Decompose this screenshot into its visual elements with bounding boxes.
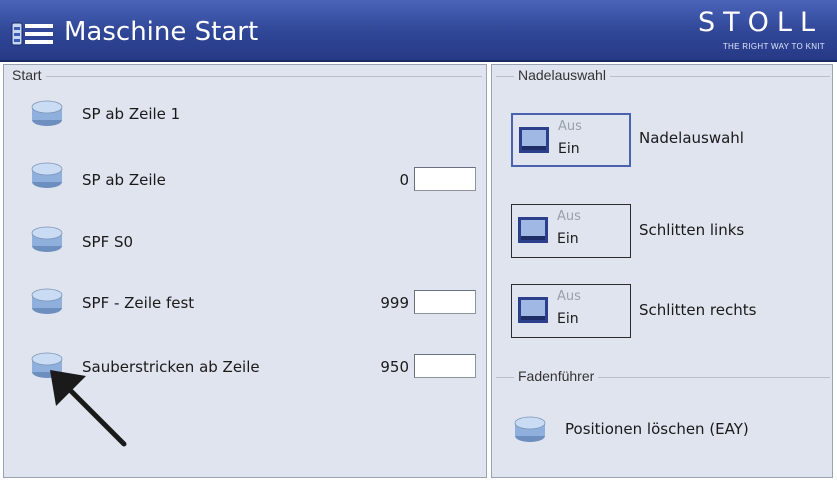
- row-value-spf-zeile-fest: 999: [380, 294, 409, 312]
- cylinder-button-sp-ab-zeile[interactable]: [30, 160, 64, 190]
- toggle-off-label: Aus: [557, 289, 581, 304]
- row-value-sauberstricken: 950: [380, 358, 409, 376]
- brand-tagline: THE RIGHT WAY TO KNIT: [722, 42, 825, 51]
- toggle-label-schlitten-links: Schlitten links: [639, 221, 745, 239]
- toggle-label-nadelauswahl: Nadelauswahl: [639, 129, 744, 147]
- toggle-off-label: Aus: [558, 119, 582, 134]
- clean-knit-line-input[interactable]: [414, 354, 476, 378]
- monitor-icon: [518, 297, 548, 323]
- monitor-icon: [519, 127, 549, 153]
- start-group-divider: [8, 76, 482, 77]
- toggle-off-label: Aus: [557, 209, 581, 224]
- positionen-loeschen-label: Positionen löschen (EAY): [565, 420, 749, 438]
- machine-list-icon: [11, 22, 53, 46]
- toggle-on-label: Ein: [557, 311, 579, 327]
- title-bar: Maschine Start STOLL THE RIGHT WAY TO KN…: [0, 0, 837, 62]
- toggle-on-label: Ein: [558, 141, 580, 157]
- yarn-group-label: Fadenführer: [514, 368, 599, 384]
- cylinder-button-spf-zeile-fest[interactable]: [30, 286, 64, 316]
- start-line-input[interactable]: [414, 167, 476, 191]
- pointer-arrow-icon: [50, 370, 127, 447]
- row-label-sp-ab-zeile: SP ab Zeile: [82, 171, 166, 189]
- brand-logo: STOLL: [698, 7, 823, 38]
- row-value-sp-ab-zeile: 0: [399, 171, 409, 189]
- toggle-on-label: Ein: [557, 231, 579, 247]
- toggle-schlitten-rechts[interactable]: Aus Ein: [511, 284, 631, 338]
- cylinder-button-sp-ab-zeile-1[interactable]: [30, 98, 64, 128]
- row-label-sp-ab-zeile-1: SP ab Zeile 1: [82, 105, 181, 123]
- monitor-icon: [518, 217, 548, 243]
- needle-group-label: Nadelauswahl: [514, 67, 610, 83]
- fixed-line-input[interactable]: [414, 290, 476, 314]
- toggle-label-schlitten-rechts: Schlitten rechts: [639, 301, 757, 319]
- start-group-label: Start: [8, 67, 46, 83]
- toggle-nadelauswahl[interactable]: Aus Ein: [511, 113, 631, 167]
- toggle-schlitten-links[interactable]: Aus Ein: [511, 204, 631, 258]
- row-label-spf-s0: SPF S0: [82, 233, 134, 251]
- page-title: Maschine Start: [64, 17, 259, 47]
- row-label-spf-zeile-fest: SPF - Zeile fest: [82, 294, 195, 312]
- cylinder-button-positionen-loeschen[interactable]: [513, 414, 547, 444]
- cylinder-button-spf-s0[interactable]: [30, 224, 64, 254]
